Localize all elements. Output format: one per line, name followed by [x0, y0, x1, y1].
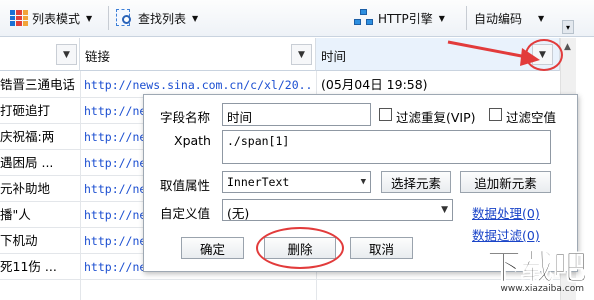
title-cell: 遇困局 ...: [0, 155, 54, 170]
column-label: 时间: [321, 49, 347, 64]
data-process-link[interactable]: 数据处理(0): [472, 203, 540, 222]
field-name-input[interactable]: 时间: [222, 103, 371, 126]
add-element-button[interactable]: 追加新元素: [460, 171, 551, 193]
column-dropdown-button[interactable]: ▼: [291, 44, 312, 65]
title-cell: 播"人: [0, 207, 31, 222]
filter-duplicate-checkbox[interactable]: [379, 108, 392, 121]
select-element-button[interactable]: 选择元素: [381, 171, 451, 193]
toolbar-divider: [466, 6, 467, 30]
title-cell: 元补助地: [0, 181, 51, 196]
title-cell: 死11伤 ...: [0, 259, 57, 274]
filter-empty-checkbox[interactable]: [489, 108, 502, 121]
chevron-down-icon: ▼: [438, 13, 445, 23]
annotation-circle: [525, 39, 563, 71]
custom-value-value: (无): [227, 206, 250, 221]
find-list-button[interactable]: 查找列表 ▼: [112, 7, 202, 29]
column-header-link[interactable]: 链接 ▼: [80, 38, 316, 71]
chevron-down-icon: ▼: [86, 13, 93, 23]
annotation-circle: [256, 227, 344, 269]
cancel-button[interactable]: 取消: [350, 237, 413, 259]
attribute-value: InnerText: [227, 175, 290, 189]
filter-empty-label: 过滤空值: [506, 110, 557, 125]
auto-encoding-button[interactable]: 自动编码 ▼: [470, 7, 548, 29]
chevron-down-icon: ▼: [192, 13, 199, 23]
attribute-select[interactable]: InnerText ▼: [222, 171, 371, 193]
find-list-label: 查找列表: [138, 11, 187, 26]
column-dropdown-button[interactable]: ▼: [56, 44, 77, 65]
column-divider: [80, 71, 81, 300]
watermark-logo: 下载吧 www.xiazaiba.com: [480, 240, 590, 298]
list-grid-icon: [10, 10, 28, 26]
chevron-down-icon: ▼: [441, 205, 448, 215]
auto-encoding-label: 自动编码: [474, 11, 523, 26]
chevron-down-icon: ▼: [360, 177, 366, 187]
chevron-down-icon: ▼: [538, 13, 545, 23]
ok-button[interactable]: 确定: [181, 237, 244, 259]
attribute-label: 取值属性: [160, 178, 211, 193]
custom-value-label: 自定义值: [160, 206, 211, 221]
toolbar: 列表模式 ▼ 查找列表 ▼ HTTP引擎 ▼ 自动编码 ▼: [0, 0, 594, 37]
custom-value-select[interactable]: (无) ▼: [222, 199, 453, 221]
title-cell: 锆晋三通电话: [0, 77, 76, 92]
title-cell: 下机动: [0, 233, 38, 248]
toolbar-divider: [108, 6, 109, 30]
column-header-title[interactable]: ▼: [0, 38, 80, 71]
http-engine-button[interactable]: HTTP引擎 ▼: [350, 7, 449, 29]
field-name-label: 字段名称: [160, 110, 211, 125]
watermark-text: 下载吧: [487, 248, 588, 289]
network-icon: [354, 9, 374, 27]
filter-duplicate-label: 过滤重复(VIP): [396, 110, 476, 125]
toolbar-overflow-button[interactable]: ▾: [562, 20, 574, 34]
column-label: 链接: [85, 49, 111, 64]
xpath-label: Xpath: [174, 133, 211, 148]
http-engine-label: HTTP引擎: [378, 11, 433, 26]
list-mode-button[interactable]: 列表模式 ▼: [6, 7, 96, 29]
watermark-url: www.xiazaiba.com: [500, 284, 584, 294]
title-cell: 庆祝福:两: [0, 129, 55, 144]
list-mode-label: 列表模式: [32, 11, 81, 26]
find-list-icon: [116, 9, 134, 27]
xpath-input[interactable]: ./span[1]: [222, 130, 551, 164]
title-cell: 打砸追打: [0, 103, 51, 118]
